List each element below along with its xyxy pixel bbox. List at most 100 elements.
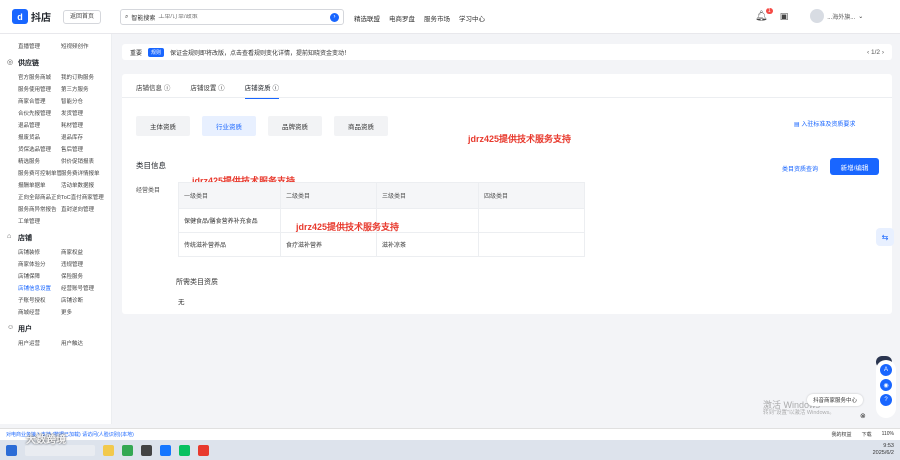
sidebar-item[interactable]: 违规管理: [61, 260, 111, 268]
sidebar-item[interactable]: 直封逆向管理: [61, 205, 111, 213]
search-input[interactable]: [158, 14, 327, 20]
sidebar-item[interactable]: 服务费详情报单: [61, 169, 111, 177]
category-query-link[interactable]: 类目资质查询: [782, 164, 818, 173]
subtab-industry[interactable]: 行业资质: [202, 116, 256, 136]
sidebar-item[interactable]: 直播管理: [18, 42, 61, 50]
sidebar-item[interactable]: 店铺诊断: [61, 296, 111, 304]
sidebar-item[interactable]: 用户触达: [61, 339, 111, 347]
sidebar-item[interactable]: 工单管理: [18, 217, 61, 225]
sidebar-item[interactable]: 第三方服务: [61, 85, 111, 93]
wechat-icon[interactable]: [179, 444, 190, 456]
windows-start-icon[interactable]: [6, 444, 17, 456]
side-panel-toggle-icon[interactable]: ⇆: [876, 228, 894, 246]
sidebar-item[interactable]: 更多: [61, 308, 111, 316]
apps-icon[interactable]: ▣: [780, 11, 789, 22]
sidebar-item[interactable]: 服务使用管理: [18, 85, 61, 93]
sidebar-item[interactable]: 经营账号管理: [61, 284, 111, 292]
sidebar-item[interactable]: 合伙先报管理: [18, 109, 61, 117]
watermark: jdrz425提供技术服务支持: [296, 222, 400, 232]
sidebar-item[interactable]: 保险服务: [61, 272, 111, 280]
subtab-brand[interactable]: 品牌资质: [268, 116, 322, 136]
table-cell: 传统滋补营养品: [178, 232, 281, 257]
sidebar-item[interactable]: 服务商异常报告: [18, 205, 61, 213]
nav-item-alliance[interactable]: 精选联盟: [354, 13, 380, 23]
notice-bar[interactable]: 重要 规则 保证金规则即将改版，点击查看规则变化详情，提前知晓资金变动！ ‹ 1…: [122, 44, 892, 60]
sidebar-item[interactable]: 发货管理: [61, 109, 111, 117]
sidebar-item[interactable]: 报酬单据单: [18, 181, 61, 189]
sidebar-section-shop: ⌂ 店铺: [7, 233, 32, 242]
table-cell: 滋补凉茶: [376, 232, 479, 257]
subtab-product[interactable]: 商品资质: [334, 116, 388, 136]
sidebar-item[interactable]: 智能分仓: [61, 97, 111, 105]
table-cell: 保健食品/膳食营养补充食品: [178, 208, 281, 233]
top-right-tools: 🔔︎ 1 ▣ ...海外旗... ⌄: [755, 7, 863, 23]
sidebar-item[interactable]: 服务费可控制单管理: [18, 169, 61, 177]
sidebar-item[interactable]: 商家合管理: [18, 97, 61, 105]
sidebar-item[interactable]: 供价促销报表: [61, 157, 111, 165]
search-box[interactable]: ⌕ 智能搜索 ›: [120, 9, 344, 25]
sidebar-item[interactable]: 退品库存: [61, 133, 111, 141]
sidebar-item[interactable]: 官方服务商城: [18, 73, 61, 81]
sidebar-item[interactable]: 售后管理: [61, 145, 111, 153]
sidebar-item[interactable]: 活动单数据报: [61, 181, 111, 189]
sidebar-item[interactable]: 商城经营: [18, 308, 61, 316]
app-icon[interactable]: [141, 444, 152, 456]
notice-badge: 规则: [148, 47, 165, 57]
sidebar-item[interactable]: 商家体验分: [18, 260, 61, 268]
user-name: ...海外旗...: [827, 14, 856, 21]
file-explorer-icon[interactable]: [103, 444, 114, 456]
document-icon: ▤: [794, 122, 800, 128]
notice-pager[interactable]: ‹ 1/2 ›: [867, 49, 884, 56]
service-icon[interactable]: ◉: [880, 379, 892, 391]
zoom-level[interactable]: 110%: [882, 431, 894, 438]
close-icon[interactable]: ⊗: [860, 412, 868, 420]
taskbar-search[interactable]: [25, 444, 95, 456]
wps-icon[interactable]: [198, 444, 209, 456]
sidebar-item[interactable]: 店铺保障: [18, 272, 61, 280]
user-menu[interactable]: ...海外旗... ⌄: [810, 9, 863, 23]
sidebar-item[interactable]: 子账号授权: [18, 296, 61, 304]
sidebar-item[interactable]: 耗材管理: [61, 121, 111, 129]
sidebar-item[interactable]: 正向全部商品正向订单查询: [18, 193, 61, 201]
sidebar-item[interactable]: 精选服务: [18, 157, 61, 165]
nav-item-service-market[interactable]: 服务市场: [424, 13, 450, 23]
sidebar-item[interactable]: 店铺信息设置: [18, 284, 61, 292]
sidebar-item[interactable]: 用户运营: [18, 339, 61, 347]
user-icon: ☺: [7, 324, 15, 331]
entry-standard-link[interactable]: ▤ 入驻标准及资质要求: [794, 119, 855, 128]
search-icon: ⌕: [125, 13, 129, 20]
ai-icon[interactable]: A: [880, 364, 892, 376]
table-header-row: 一级类目 二级类目 三级类目 四级类目: [178, 182, 585, 209]
service-center-button[interactable]: 抖音商家服务中心: [807, 394, 864, 406]
nav-item-compass[interactable]: 电商罗盘: [389, 13, 415, 23]
subtab-entity[interactable]: 主体资质: [136, 116, 190, 136]
sidebar-item[interactable]: 货保选品管理: [18, 145, 61, 153]
chrome-icon[interactable]: [122, 444, 133, 456]
top-nav: 精选联盟 电商罗盘 服务市场 学习中心: [354, 13, 485, 23]
status-item[interactable]: 我的权益: [832, 431, 852, 438]
logo[interactable]: d 抖店: [12, 9, 51, 24]
sidebar-item[interactable]: ToC直付商家管理: [61, 193, 111, 201]
sidebar-item[interactable]: 我的订购服务: [61, 73, 111, 81]
sidebar-item[interactable]: 商家权益: [61, 248, 111, 256]
back-home-button[interactable]: 返回首页: [63, 10, 102, 24]
help-icon[interactable]: ?: [880, 394, 892, 406]
bell-icon[interactable]: 🔔︎ 1: [755, 7, 773, 22]
add-edit-button[interactable]: 新增/编辑: [830, 158, 879, 175]
status-item[interactable]: 下载: [862, 431, 872, 438]
sidebar-item[interactable]: 报废货品: [18, 133, 61, 141]
sidebar-item[interactable]: 店铺装修: [18, 248, 61, 256]
sidebar-item[interactable]: 退品管理: [18, 121, 61, 129]
nav-item-learning[interactable]: 学习中心: [459, 13, 485, 23]
sidebar-item[interactable]: 短视频创作: [61, 42, 111, 50]
search-submit-icon[interactable]: ›: [330, 12, 339, 22]
watermark: jdrz425提供技术服务支持: [468, 134, 572, 144]
required-qualification-title: 所需类目资质: [176, 279, 218, 286]
app-icon[interactable]: [160, 444, 171, 456]
taskbar-clock[interactable]: 9:53 2025/6/2: [873, 443, 894, 457]
top-bar: d 抖店 返回首页 ⌕ 智能搜索 › 精选联盟 电商罗盘 服务市场 学习中心 🔔…: [0, 0, 900, 34]
table-cell: [478, 232, 585, 257]
notice-text[interactable]: 保证金规则即将改版，点击查看规则变化详情，提前知晓资金变动！: [170, 48, 350, 57]
search-scope[interactable]: 智能搜索: [131, 13, 155, 22]
sidebar: 直播管理 短视频创作 ◎ 供应链 官方服务商城 我的订购服务 服务使用管理 第三方服务商…: [0, 34, 112, 424]
